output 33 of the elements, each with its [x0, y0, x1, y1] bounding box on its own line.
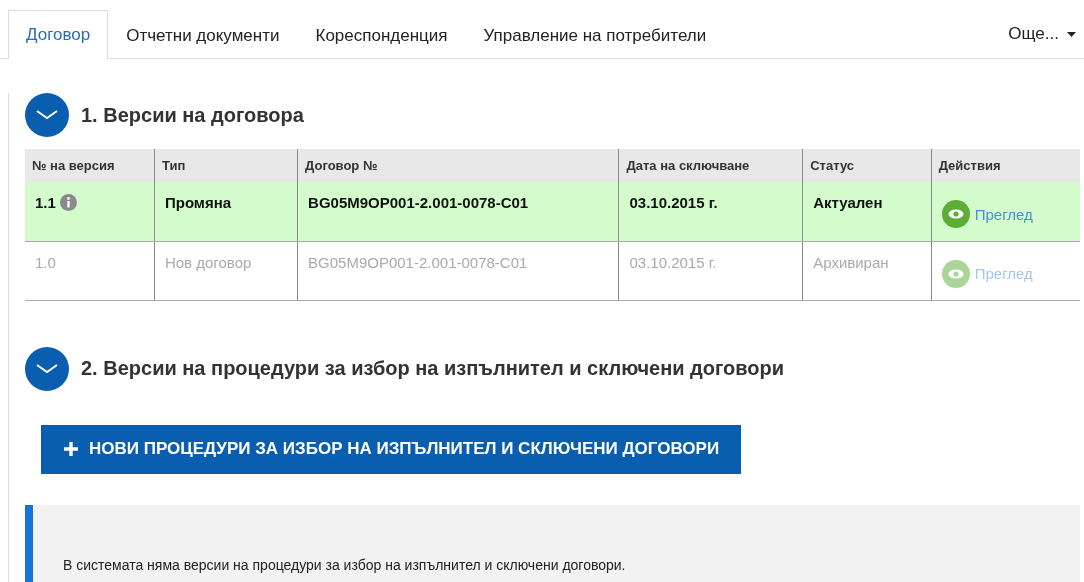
tab[interactable]: Кореспонденция: [297, 11, 466, 59]
column-header: Тип: [154, 149, 298, 182]
column-header: № на версия: [25, 149, 155, 182]
column-header: Договор №: [297, 149, 619, 182]
version-number: 1.1: [35, 194, 56, 211]
notice-text: В системата няма версии на процедури за избор на изпълнител и сключени договори.: [63, 556, 626, 573]
new-procedures-button[interactable]: НОВИ ПРОЦЕДУРИ ЗА ИЗБОР НА ИЗПЪЛНИТЕЛ И СКЛЮЧЕНИ ДОГОВОРИ: [41, 424, 742, 474]
section-title: 2. Версии на процедури за избор на изпълнител и сключени договори: [81, 357, 785, 380]
table-cell: 03.10.2015 г.: [619, 241, 803, 300]
column-header: Действия: [931, 149, 1080, 182]
table-cell: BG05M9OP001-2.001-0078-C01: [297, 241, 619, 300]
tab[interactable]: Управление на потребители: [465, 11, 725, 59]
eye-icon: [941, 259, 970, 288]
table-cell: 03.10.2015 г.: [619, 182, 803, 241]
chevron-icon: [36, 109, 58, 121]
table-cell: Актуален: [802, 182, 932, 241]
collapse-toggle[interactable]: [25, 346, 69, 391]
section-title: 1. Версии на договора: [81, 103, 304, 127]
table-cell: Архивиран: [802, 241, 932, 300]
eye-icon: [941, 200, 970, 228]
more-menu[interactable]: Още...: [1002, 10, 1084, 58]
table-cell: BG05M9OP001-2.001-0078-C01: [297, 182, 619, 241]
chevron-icon: [36, 362, 58, 375]
plus-icon: [63, 441, 79, 457]
tab[interactable]: Отчетни документи: [108, 11, 298, 59]
version-number: 1.0: [35, 253, 56, 271]
table-cell: Нов договор: [154, 241, 298, 300]
table-cell: Промяна: [154, 182, 298, 241]
column-header: Статус: [802, 149, 932, 182]
collapse-toggle[interactable]: [25, 93, 69, 137]
caret-icon: [1067, 31, 1076, 37]
column-header: Дата на сключване: [619, 149, 803, 182]
tab[interactable]: Договор: [8, 10, 109, 59]
